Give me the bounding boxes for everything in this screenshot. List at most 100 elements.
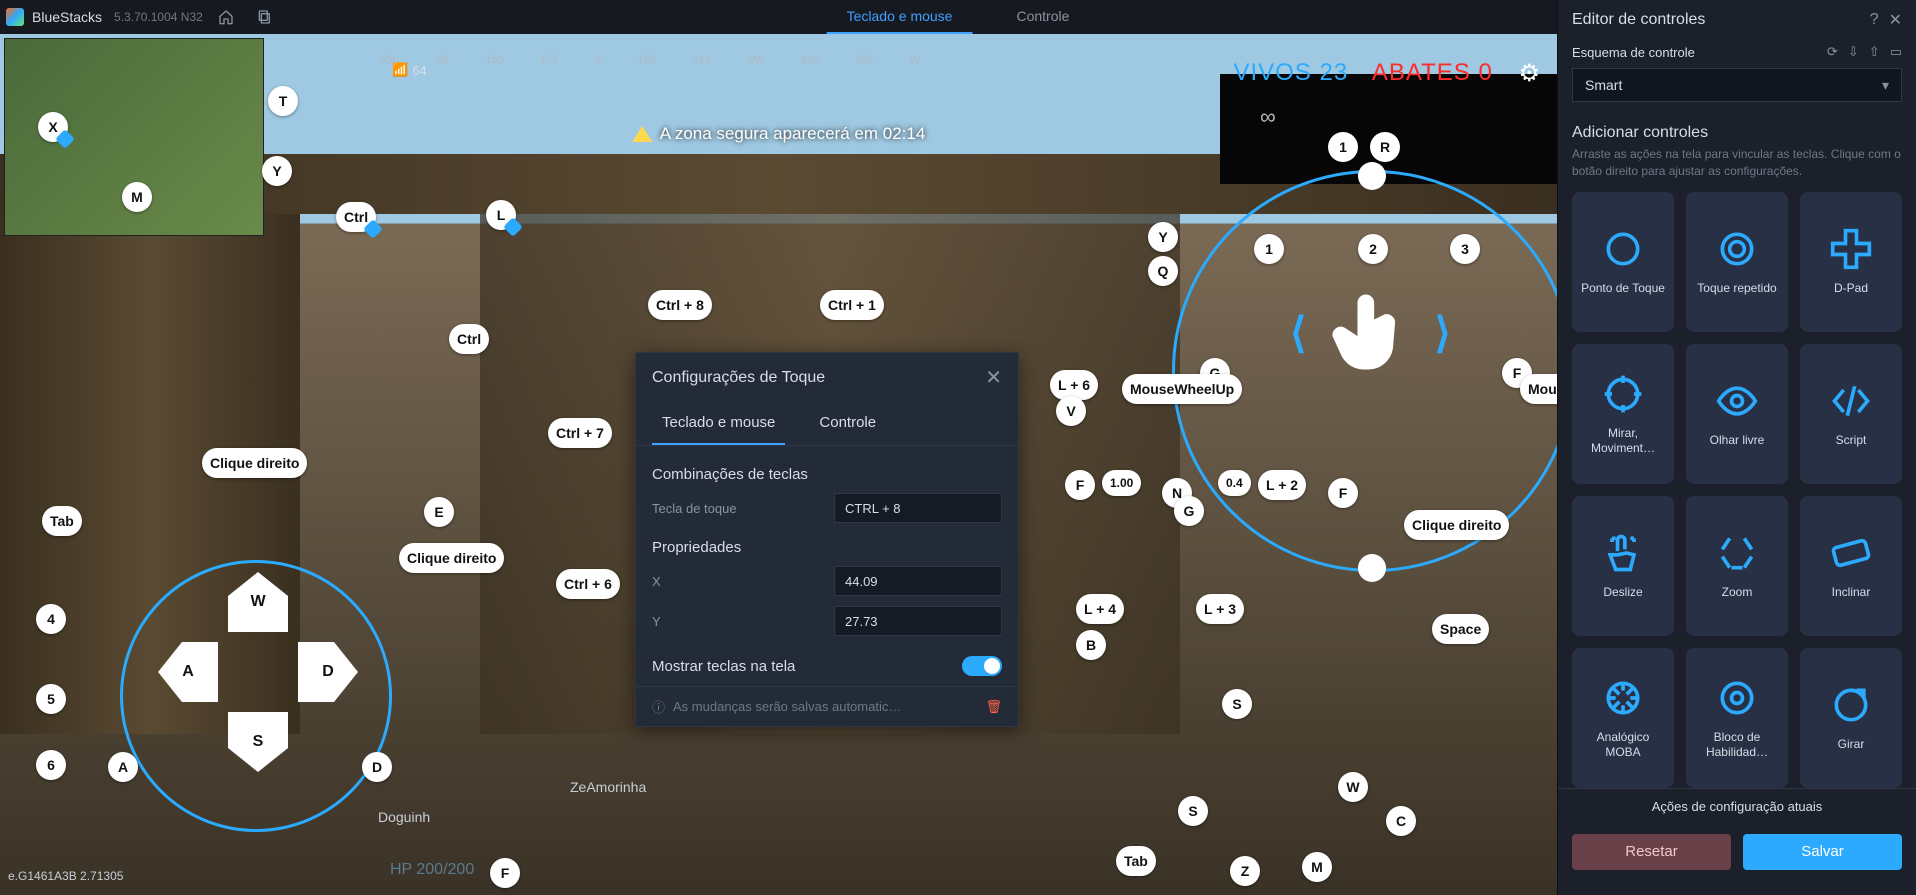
key-pill[interactable]: W: [1338, 772, 1368, 802]
scheme-value: Smart: [1585, 77, 1622, 93]
key-pill[interactable]: R: [1370, 132, 1400, 162]
save-button[interactable]: Salvar: [1743, 834, 1902, 870]
x-input[interactable]: [834, 566, 1002, 596]
key-pill[interactable]: Q: [1148, 256, 1178, 286]
key-pill[interactable]: Ctrl: [336, 202, 376, 232]
key-pill[interactable]: Clique direito: [1404, 510, 1509, 540]
key-pill[interactable]: Tab: [42, 506, 82, 536]
settings-gear-icon[interactable]: ⚙: [1518, 59, 1541, 88]
popup-tab-gamepad[interactable]: Controle: [809, 402, 886, 445]
key-pill[interactable]: Clique direito: [399, 543, 504, 573]
tab-keyboard-mouse[interactable]: Teclado e mouse: [827, 8, 973, 34]
y-input[interactable]: [834, 606, 1002, 636]
delete-icon[interactable]: 🗑: [985, 699, 1002, 715]
key-pill[interactable]: Ctrl: [449, 324, 489, 354]
key-pill[interactable]: 1: [1328, 132, 1358, 162]
y-label: Y: [652, 614, 661, 629]
key-pill[interactable]: C: [1386, 806, 1416, 836]
dpad-up[interactable]: W: [228, 572, 288, 632]
swipe-anchor-top[interactable]: [1358, 162, 1386, 190]
key-pill[interactable]: Clique direito: [202, 448, 307, 478]
tab-gamepad[interactable]: Controle: [996, 8, 1089, 34]
scheme-select[interactable]: Smart ▾: [1572, 68, 1902, 102]
key-pill[interactable]: F: [490, 858, 520, 888]
key-pill[interactable]: F: [1328, 478, 1358, 508]
key-pill[interactable]: G: [1174, 496, 1204, 526]
key-pill[interactable]: T: [268, 86, 298, 116]
dpad-right[interactable]: D: [298, 642, 358, 702]
key-pill[interactable]: Ctrl + 8: [648, 290, 712, 320]
key-pill[interactable]: E: [424, 497, 454, 527]
close-icon[interactable]: ✕: [985, 365, 1002, 390]
key-pill[interactable]: Z: [1230, 856, 1260, 886]
key-pill[interactable]: V: [1056, 396, 1086, 426]
key-pill[interactable]: A: [108, 752, 138, 782]
key-pill[interactable]: Space: [1432, 614, 1489, 644]
key-pill[interactable]: 3: [1450, 234, 1480, 264]
key-pill[interactable]: M: [122, 182, 152, 212]
tile-repeated-tap[interactable]: Toque repetido: [1686, 192, 1788, 332]
dpad-down[interactable]: S: [228, 712, 288, 772]
tile-aim-move[interactable]: Mirar, Moviment…: [1572, 344, 1674, 484]
key-pill[interactable]: Y: [262, 156, 292, 186]
key-pill[interactable]: 6: [36, 750, 66, 780]
key-pill[interactable]: 1.00: [1102, 470, 1141, 496]
match-stats: VIVOS 23 ABATES 0 ⚙: [1233, 59, 1541, 88]
key-pill[interactable]: Ctrl + 1: [820, 290, 884, 320]
popup-tab-keyboard[interactable]: Teclado e mouse: [652, 402, 785, 445]
panel-close-icon[interactable]: ✕: [1889, 10, 1902, 30]
autosave-note: As mudanças serão salvas automatic…: [673, 699, 901, 714]
touch-key-input[interactable]: [834, 493, 1002, 523]
tile-tilt[interactable]: Inclinar: [1800, 496, 1902, 636]
key-pill[interactable]: L + 3: [1196, 594, 1244, 624]
player-name-1: ZeAmorinha: [570, 779, 646, 795]
open-folder-icon[interactable]: ▭: [1890, 44, 1902, 60]
product-name: BlueStacks: [32, 9, 102, 25]
recent-apps-icon[interactable]: [249, 2, 279, 32]
panel-help-icon[interactable]: ?: [1870, 11, 1879, 29]
key-pill[interactable]: Tab: [1116, 846, 1156, 876]
key-pill[interactable]: MouseWheelDown: [1520, 374, 1557, 404]
swipe-anchor-bottom[interactable]: [1358, 554, 1386, 582]
tile-tap-point[interactable]: Ponto de Toque: [1572, 192, 1674, 332]
key-pill[interactable]: X: [38, 112, 68, 142]
tile-dpad[interactable]: D-Pad: [1800, 192, 1902, 332]
show-keys-toggle[interactable]: [962, 656, 1002, 676]
key-pill[interactable]: Y: [1148, 222, 1178, 252]
key-pill[interactable]: L: [486, 200, 516, 230]
tile-zoom[interactable]: Zoom: [1686, 496, 1788, 636]
import-scheme-icon[interactable]: ⇩: [1848, 44, 1859, 60]
section-key-combos: Combinações de teclas: [652, 466, 1002, 483]
key-pill[interactable]: 2: [1358, 234, 1388, 264]
key-pill[interactable]: MouseWheelUp: [1122, 374, 1242, 404]
tile-rotate[interactable]: Girar: [1800, 648, 1902, 788]
key-pill[interactable]: D: [362, 752, 392, 782]
hp-bar: HP 200/200: [390, 861, 474, 879]
reset-button[interactable]: Resetar: [1572, 834, 1731, 870]
key-pill[interactable]: L + 4: [1076, 594, 1124, 624]
home-icon[interactable]: [211, 2, 241, 32]
key-pill[interactable]: S: [1222, 689, 1252, 719]
key-pill[interactable]: 5: [36, 684, 66, 714]
key-pill[interactable]: S: [1178, 796, 1208, 826]
dpad-left[interactable]: A: [158, 642, 218, 702]
key-pill[interactable]: 4: [36, 604, 66, 634]
tile-free-look[interactable]: Olhar livre: [1686, 344, 1788, 484]
key-pill[interactable]: Ctrl + 6: [556, 569, 620, 599]
game-viewport: 📶 64 450SE150175S195210SW240255W A zona …: [0, 34, 1557, 895]
tile-swipe[interactable]: Deslize: [1572, 496, 1674, 636]
key-pill[interactable]: Ctrl + 7: [548, 418, 612, 448]
tile-skill-pad[interactable]: Bloco de Habilidad…: [1686, 648, 1788, 788]
tile-moba-stick[interactable]: Analógico MOBA: [1572, 648, 1674, 788]
movement-dpad[interactable]: W S A D: [148, 572, 368, 792]
key-pill[interactable]: B: [1076, 630, 1106, 660]
current-actions-label[interactable]: Ações de configuração atuais: [1558, 788, 1916, 824]
export-scheme-icon[interactable]: ⇧: [1869, 44, 1880, 60]
key-pill[interactable]: L + 2: [1258, 470, 1306, 500]
tile-script[interactable]: Script: [1800, 344, 1902, 484]
sync-scheme-icon[interactable]: ⟳: [1827, 44, 1838, 60]
key-pill[interactable]: M: [1302, 852, 1332, 882]
key-pill[interactable]: 0.4: [1218, 470, 1251, 496]
key-pill[interactable]: F: [1065, 470, 1095, 500]
key-pill[interactable]: 1: [1254, 234, 1284, 264]
